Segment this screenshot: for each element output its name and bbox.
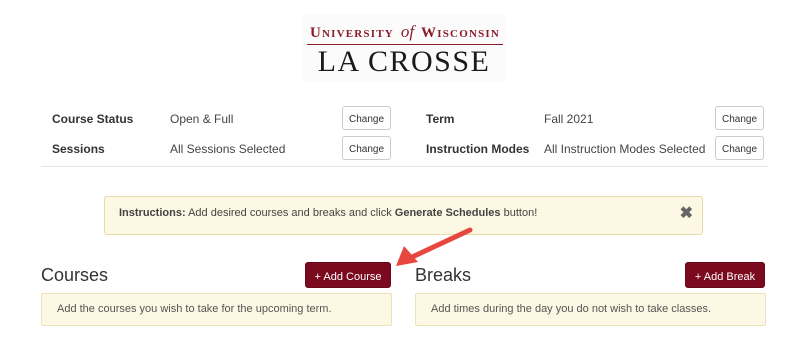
breaks-heading: Breaks (415, 265, 472, 285)
courses-panel: Add the courses you wish to take for the… (41, 293, 392, 326)
sessions-label: Sessions (52, 142, 105, 156)
arrow-head (396, 246, 418, 266)
sessions-value: All Sessions Selected (170, 142, 286, 156)
logo-line-2: LA CROSSE (317, 45, 491, 78)
change-term-button[interactable]: Change (715, 106, 764, 130)
change-course-status-button[interactable]: Change (342, 106, 391, 130)
add-course-button[interactable]: + Add Course (305, 262, 391, 288)
logo-line-1: University of Wisconsin (309, 22, 501, 41)
course-status-label: Course Status (52, 112, 134, 126)
term-label: Term (426, 112, 455, 126)
instruction-modes-label: Instruction Modes (426, 142, 530, 156)
breaks-panel: Add times during the day you do not wish… (415, 293, 766, 326)
add-break-button[interactable]: + Add Break (685, 262, 765, 288)
change-instruction-modes-button[interactable]: Change (715, 136, 764, 160)
filters-divider (41, 166, 768, 167)
instructions-text: Instructions: Add desired courses and br… (119, 207, 538, 219)
close-icon[interactable]: ✖ (680, 205, 693, 223)
instruction-modes-value: All Instruction Modes Selected (544, 142, 706, 156)
change-sessions-button[interactable]: Change (342, 136, 391, 160)
filter-row-2: Sessions All Sessions Selected Change In… (41, 136, 768, 162)
courses-hint: Add the courses you wish to take for the… (57, 303, 332, 315)
course-status-value: Open & Full (170, 112, 234, 126)
instructions-alert: Instructions: Add desired courses and br… (104, 196, 703, 235)
filter-row-1: Course Status Open & Full Change Term Fa… (41, 106, 768, 132)
breaks-hint: Add times during the day you do not wish… (431, 303, 712, 315)
courses-heading: Courses (41, 265, 109, 285)
university-logo: University of Wisconsin LA CROSSE (303, 14, 505, 82)
term-value: Fall 2021 (544, 112, 594, 126)
